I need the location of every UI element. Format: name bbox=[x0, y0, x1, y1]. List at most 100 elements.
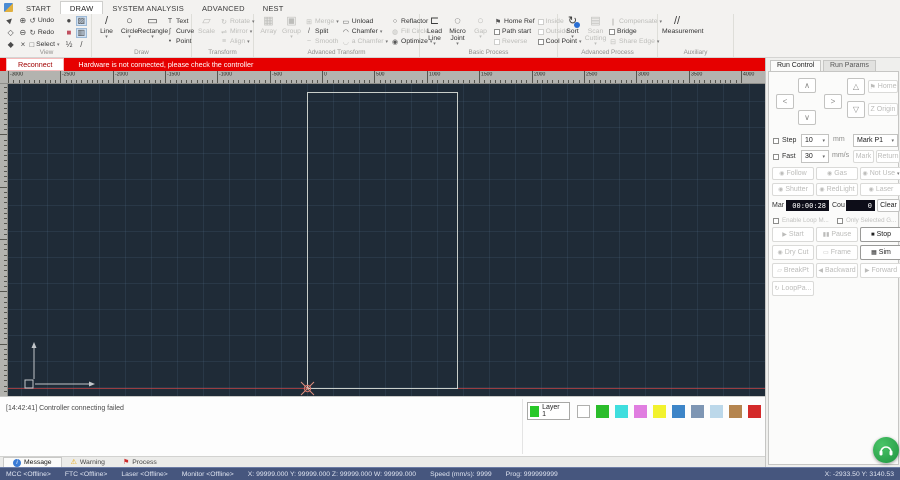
layer-swatch-7[interactable] bbox=[710, 405, 723, 418]
layer-swatch-8[interactable] bbox=[729, 405, 742, 418]
layer-swatch-1[interactable] bbox=[596, 405, 609, 418]
pause-button[interactable]: ▮▮Pause bbox=[816, 227, 858, 242]
clear-button[interactable]: Clear bbox=[877, 199, 900, 212]
curve-button[interactable]: ∫Curve bbox=[166, 27, 194, 36]
measurement-button[interactable]: //Measurement bbox=[661, 15, 693, 35]
jog-up-button[interactable]: ∧ bbox=[798, 78, 816, 93]
tab-message[interactable]: i Message bbox=[3, 457, 62, 468]
ruler-minor-tick bbox=[505, 80, 506, 83]
looppa-button[interactable]: ↻LoopPa... bbox=[772, 281, 814, 296]
start-button[interactable]: ▶Start bbox=[772, 227, 814, 242]
ribbon-tab-draw[interactable]: DRAW bbox=[60, 1, 103, 14]
reconnect-button[interactable]: Reconnect bbox=[6, 58, 64, 71]
path-start-button[interactable]: Path start bbox=[494, 27, 535, 36]
select-button[interactable]: □Select▾ bbox=[30, 40, 64, 49]
ribbon-tab-start[interactable]: START bbox=[17, 2, 60, 14]
node-edit-icon[interactable]: ◇ bbox=[5, 28, 16, 38]
ruler-minor-tick bbox=[416, 80, 417, 83]
step-checkbox[interactable]: Step bbox=[773, 137, 796, 144]
merge-label: Merge bbox=[315, 18, 334, 25]
assistant-button[interactable] bbox=[873, 437, 899, 463]
micro-joint-icon: ◌ bbox=[454, 15, 461, 28]
toggle-not-use-button[interactable]: ◉Not Use▾ bbox=[860, 167, 900, 180]
jog-right-button[interactable]: > bbox=[824, 94, 842, 109]
toggle-laser-button[interactable]: ◉Laser bbox=[860, 183, 900, 196]
toggle-gas-button[interactable]: ◉Gas bbox=[816, 167, 858, 180]
pick-color-icon[interactable]: ◆ bbox=[5, 40, 16, 50]
fast-value-select[interactable]: 30▾ bbox=[801, 150, 829, 163]
z-up-button[interactable]: △ bbox=[847, 78, 865, 95]
line-button[interactable]: /Line▾ bbox=[95, 15, 118, 39]
micro-joint-button[interactable]: ◌Micro Joint▾ bbox=[446, 15, 469, 46]
unload-button[interactable]: ▭Unload bbox=[342, 17, 388, 26]
display-color-icon[interactable]: ■ bbox=[63, 28, 74, 38]
text-icon: T bbox=[166, 18, 174, 25]
fast-checkbox[interactable]: Fast bbox=[773, 153, 796, 160]
point-button[interactable]: •Point bbox=[166, 37, 194, 46]
toggle-redlight-button[interactable]: ◉RedLight bbox=[816, 183, 858, 196]
circle-button[interactable]: ○Circle▾ bbox=[118, 15, 141, 39]
drawn-rectangle[interactable] bbox=[307, 92, 458, 389]
bridge-button[interactable]: Bridge bbox=[609, 27, 662, 36]
zoom-out-icon[interactable]: ⊖ bbox=[17, 28, 28, 38]
ribbon-tab-system-analysis[interactable]: SYSTEM ANALYSIS bbox=[103, 2, 193, 14]
redo-button[interactable]: ↻Redo bbox=[30, 28, 64, 37]
home-ref-button[interactable]: ⚑Home Ref bbox=[494, 17, 535, 26]
frame-button[interactable]: ▭Frame bbox=[816, 245, 858, 260]
breakpt-button[interactable]: ▱BreakPt bbox=[772, 263, 814, 278]
chamfer-button[interactable]: ◠Chamfer▾ bbox=[342, 27, 388, 36]
view-toggle-2-icon[interactable]: ▥ bbox=[76, 28, 87, 38]
enable-loop-checkbox[interactable]: Enable Loop M... bbox=[773, 217, 829, 224]
layer-swatch-2[interactable] bbox=[615, 405, 628, 418]
mark-button[interactable]: Mark bbox=[853, 150, 874, 163]
drawing-canvas[interactable] bbox=[8, 84, 765, 396]
delete-icon[interactable]: × bbox=[17, 40, 28, 50]
scale-half-icon[interactable]: ½ bbox=[63, 40, 74, 50]
select-cursor-icon[interactable]: ▶ bbox=[3, 13, 18, 28]
stop-button[interactable]: ■Stop bbox=[860, 227, 900, 242]
layer-swatch-4[interactable] bbox=[653, 405, 666, 418]
z-origin-button[interactable]: Z Origin bbox=[868, 103, 898, 116]
pen-icon[interactable]: / bbox=[76, 40, 87, 50]
only-selected-checkbox[interactable]: Only Selected G... bbox=[837, 217, 896, 224]
looppa-icon: ↻ bbox=[775, 285, 780, 292]
layer-swatch-3[interactable] bbox=[634, 405, 647, 418]
show-fill-icon[interactable]: ● bbox=[63, 16, 74, 26]
forward-button[interactable]: ▶Forward bbox=[860, 263, 900, 278]
step-value-select[interactable]: 10▾ bbox=[801, 134, 829, 147]
split-button[interactable]: /Split bbox=[305, 27, 339, 36]
tab-process[interactable]: ⚑ Process bbox=[114, 457, 166, 468]
sort-button[interactable]: ↻Sort▾ bbox=[561, 15, 584, 39]
toggle-follow-button[interactable]: ◉Follow bbox=[772, 167, 814, 180]
hardware-warning-text: Hardware is not connected, please check … bbox=[78, 60, 253, 69]
zoom-in-icon[interactable]: ⊕ bbox=[17, 16, 28, 26]
layer-swatch-9[interactable] bbox=[748, 405, 761, 418]
dry-cut-button[interactable]: ◉Dry Cut bbox=[772, 245, 814, 260]
ribbon-tab-nest[interactable]: NEST bbox=[254, 2, 293, 14]
ribbon-tab-advanced[interactable]: ADVANCED bbox=[193, 2, 254, 14]
scale-label: Scale bbox=[198, 28, 215, 35]
view-toggle-1-icon[interactable]: ▨ bbox=[76, 16, 87, 26]
toggle-shutter-button[interactable]: ◉Shutter bbox=[772, 183, 814, 196]
mark-position-select[interactable]: Mark P1▾ bbox=[853, 134, 898, 147]
return-button[interactable]: Return bbox=[876, 150, 900, 163]
backward-button[interactable]: ◀Backward bbox=[816, 263, 858, 278]
layer-swatch-0[interactable] bbox=[577, 405, 590, 418]
tab-warning[interactable]: ⚠ Warning bbox=[62, 457, 114, 468]
jog-down-button[interactable]: ∨ bbox=[798, 110, 816, 125]
sim-button[interactable]: ▦Sim bbox=[860, 245, 900, 260]
layer-swatch-5[interactable] bbox=[672, 405, 685, 418]
ruler-tick bbox=[4, 323, 7, 324]
z-down-button[interactable]: ▽ bbox=[847, 101, 865, 118]
rectangle-button[interactable]: ▭Rectangle▾ bbox=[141, 15, 164, 39]
jog-left-button[interactable]: < bbox=[776, 94, 794, 109]
compensate-icon: ∥ bbox=[609, 18, 617, 26]
layer-swatch-6[interactable] bbox=[691, 405, 704, 418]
undo-button[interactable]: ↺Undo bbox=[30, 16, 64, 25]
group-label-advanced-transform: Advanced Transform bbox=[254, 49, 419, 56]
ruler-tick bbox=[4, 349, 7, 350]
lead-line-button[interactable]: ⊏Lead Line▾ bbox=[423, 15, 446, 46]
text-button[interactable]: TText bbox=[166, 17, 194, 26]
home-button[interactable]: ⚑Home bbox=[868, 80, 898, 93]
layer-select-button[interactable]: Layer 1 bbox=[527, 402, 570, 420]
